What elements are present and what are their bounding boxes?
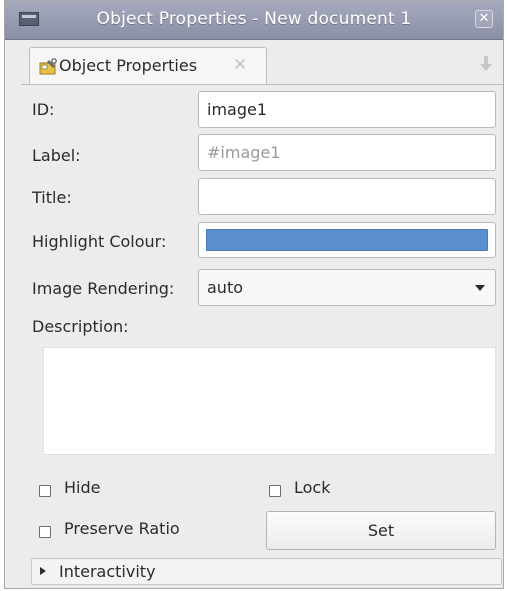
interactivity-label: Interactivity bbox=[59, 562, 156, 581]
description-label: Description: bbox=[32, 317, 129, 336]
titlebar[interactable]: Object Properties - New document 1 ✕ bbox=[5, 1, 503, 40]
colour-swatch bbox=[206, 229, 488, 251]
dock-icon[interactable] bbox=[477, 55, 495, 73]
tab-object-properties[interactable]: Object Properties ✕ bbox=[29, 47, 267, 84]
window-title: Object Properties - New document 1 bbox=[96, 9, 412, 29]
tab-strip: Object Properties ✕ bbox=[21, 47, 503, 85]
highlight-colour-label: Highlight Colour: bbox=[32, 232, 167, 251]
label-field[interactable] bbox=[198, 134, 496, 171]
preserve-ratio-checkbox[interactable] bbox=[39, 526, 51, 538]
tab-label: Object Properties bbox=[59, 56, 198, 75]
title-label: Title: bbox=[32, 188, 72, 207]
chevron-down-icon bbox=[475, 285, 485, 291]
set-button[interactable]: Set bbox=[266, 511, 496, 550]
hide-checkbox[interactable] bbox=[39, 485, 51, 497]
label-label: Label: bbox=[32, 146, 81, 165]
lock-label: Lock bbox=[294, 478, 331, 497]
object-properties-icon bbox=[39, 58, 57, 75]
tab-close-icon[interactable]: ✕ bbox=[233, 55, 247, 75]
object-properties-window: Object Properties - New document 1 ✕ Obj… bbox=[4, 0, 504, 589]
title-field[interactable] bbox=[198, 178, 496, 215]
close-icon[interactable]: ✕ bbox=[475, 10, 493, 28]
id-field[interactable] bbox=[198, 91, 496, 128]
preserve-ratio-label: Preserve Ratio bbox=[64, 519, 180, 538]
interactivity-expander[interactable]: Interactivity bbox=[31, 558, 502, 585]
hide-label: Hide bbox=[64, 478, 101, 497]
id-label: ID: bbox=[32, 100, 55, 119]
description-textarea[interactable] bbox=[43, 347, 496, 455]
image-rendering-label: Image Rendering: bbox=[32, 279, 175, 298]
highlight-colour-button[interactable] bbox=[198, 222, 496, 258]
lock-checkbox[interactable] bbox=[269, 485, 281, 497]
chevron-right-icon bbox=[40, 567, 46, 575]
image-rendering-value: auto bbox=[207, 278, 244, 297]
image-rendering-select[interactable]: auto bbox=[198, 269, 496, 306]
